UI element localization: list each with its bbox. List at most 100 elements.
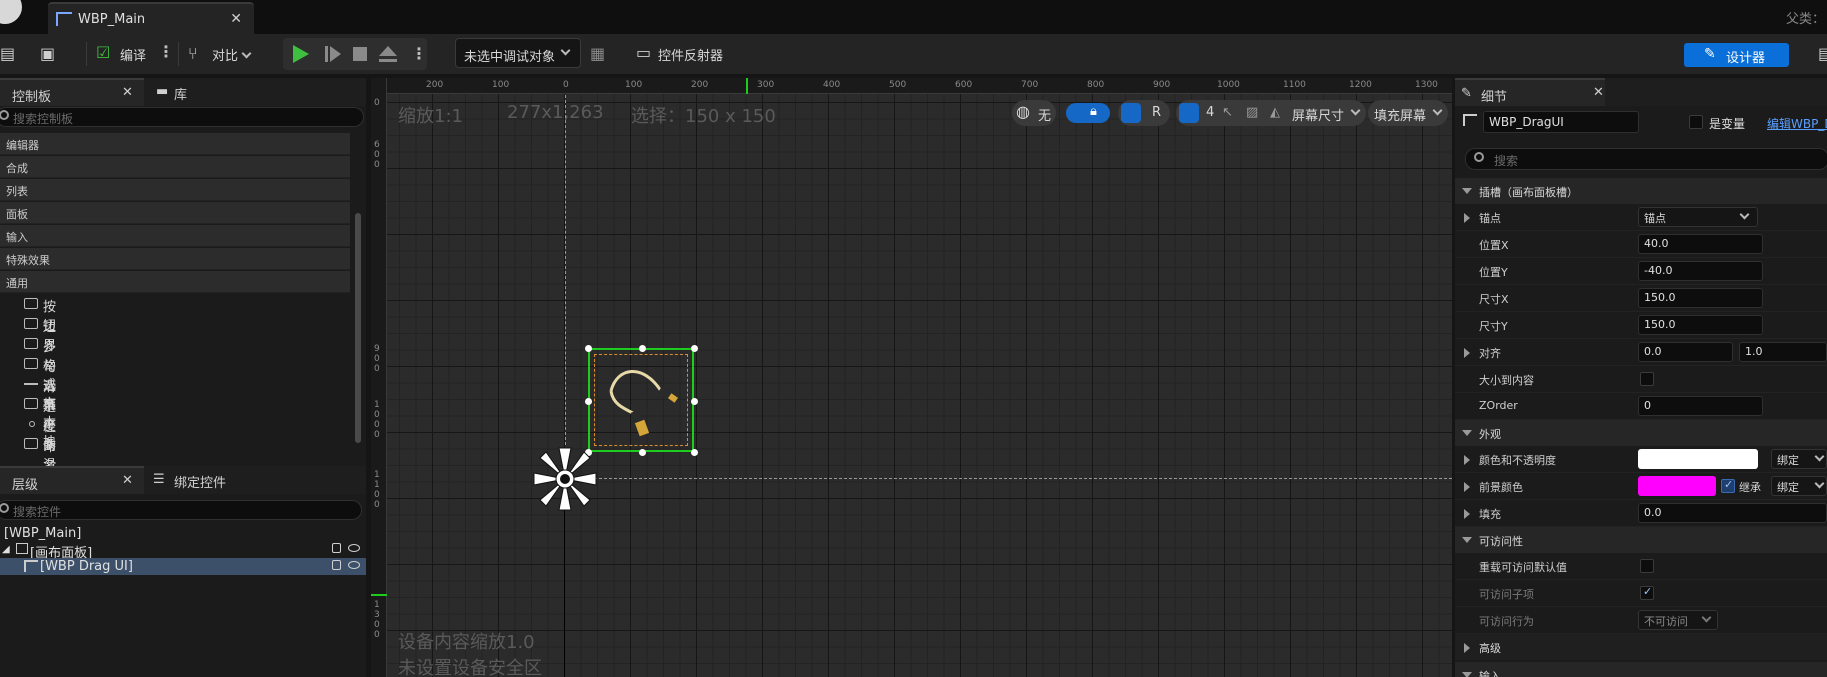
collapse-arrow-icon[interactable]: ◢ xyxy=(2,544,10,555)
inherit-checkbox[interactable] xyxy=(1721,478,1735,493)
resize-handle-bottom[interactable] xyxy=(639,449,646,456)
tab-library[interactable]: ▬ 库 xyxy=(148,78,268,106)
cursor-icon[interactable]: ↖ xyxy=(1222,105,1233,120)
category-list[interactable]: 列表 xyxy=(0,179,350,201)
is-variable-checkbox[interactable] xyxy=(1689,115,1703,129)
caret-right-icon[interactable] xyxy=(1464,348,1470,358)
alignment-y-input[interactable]: 1.0 xyxy=(1739,342,1827,362)
compile-options-icon[interactable]: ⋮ xyxy=(158,42,174,61)
prop-label: 锚点 xyxy=(1479,212,1501,225)
category-panel[interactable]: 面板 xyxy=(0,202,350,224)
step-icon[interactable] xyxy=(325,46,341,62)
fill-screen-dropdown[interactable]: 填充屏幕 xyxy=(1368,100,1448,126)
color-bind-dropdown[interactable]: 绑定 xyxy=(1771,449,1827,469)
tree-item-wbp-drag-ui[interactable]: [WBP Drag UI] xyxy=(0,558,366,575)
size-y-input[interactable]: 150.0 xyxy=(1638,315,1763,335)
designer-button[interactable]: ✎ 设计器 xyxy=(1684,43,1789,67)
resize-handle-right[interactable] xyxy=(691,398,698,405)
resize-handle-top-left[interactable] xyxy=(585,345,592,352)
selected-widget-wbp-drag-ui[interactable] xyxy=(585,345,698,456)
tab-hierarchy[interactable]: 层级 ✕ xyxy=(0,466,144,494)
close-icon[interactable]: ✕ xyxy=(122,85,133,100)
close-icon[interactable]: ✕ xyxy=(122,473,133,488)
override-accessible-checkbox[interactable] xyxy=(1640,559,1654,573)
chevron-down-icon[interactable] xyxy=(241,48,252,59)
play-icon[interactable] xyxy=(293,45,309,63)
tab-palette[interactable]: 控制板 ✕ xyxy=(0,78,144,106)
eye-icon[interactable] xyxy=(348,561,360,569)
resize-handle-bottom-right[interactable] xyxy=(691,449,698,456)
compile-button[interactable]: 编译 xyxy=(120,45,146,64)
prop-label: 填充 xyxy=(1479,508,1501,521)
category-common[interactable]: 通用 xyxy=(0,271,350,293)
edit-blueprint-link[interactable]: 编辑WBP_D xyxy=(1767,115,1827,132)
section-advanced[interactable]: 高级 xyxy=(1455,634,1827,660)
designer-viewport[interactable] xyxy=(371,78,1452,677)
zorder-input[interactable]: 0 xyxy=(1638,396,1763,416)
section-appearance[interactable]: 外观 xyxy=(1455,420,1827,446)
snap-lock-toggle[interactable]: 🔒︎ xyxy=(1066,103,1110,123)
browse-icon[interactable]: ▣ xyxy=(40,44,55,63)
resize-handle-top[interactable] xyxy=(639,345,646,352)
palette-search-input[interactable]: 搜索控制板 xyxy=(0,107,364,127)
widget-name-input[interactable]: WBP_DragUI xyxy=(1483,111,1639,133)
background-toggle[interactable]: ◍ 无 xyxy=(1012,100,1056,126)
position-x-input[interactable]: 40.0 xyxy=(1638,234,1763,254)
size-x-input[interactable]: 150.0 xyxy=(1638,288,1763,308)
tree-item-root[interactable]: [WBP_Main] xyxy=(0,525,366,542)
size-to-content-checkbox[interactable] xyxy=(1640,372,1654,386)
play-options-icon[interactable]: ⋮ xyxy=(411,44,427,63)
close-icon[interactable]: ✕ xyxy=(230,11,242,27)
resize-handle-left[interactable] xyxy=(585,398,592,405)
category-editor[interactable]: 编辑器 xyxy=(0,133,350,155)
caret-right-icon[interactable] xyxy=(1464,213,1470,223)
screen-size-dropdown[interactable]: 屏幕尺寸 xyxy=(1286,100,1366,126)
diff-button[interactable]: 对比 xyxy=(212,45,238,64)
resize-handle-top-right[interactable] xyxy=(691,345,698,352)
widget-reflector-button[interactable]: 控件反射器 xyxy=(658,45,723,64)
diff-icon[interactable]: ⑂ xyxy=(188,44,198,63)
lock-icon[interactable] xyxy=(332,560,341,570)
tab-bind-widgets[interactable]: ☰ 绑定控件 xyxy=(148,466,288,494)
category-special-effects[interactable]: 特殊效果 xyxy=(0,248,350,270)
prop-label: 位置X xyxy=(1479,239,1509,252)
palette-scrollbar[interactable] xyxy=(355,213,361,443)
foreground-color-swatch[interactable] xyxy=(1638,476,1716,496)
category-input[interactable]: 输入 xyxy=(0,225,350,247)
close-icon[interactable]: ✕ xyxy=(1593,85,1604,100)
unreal-logo-icon[interactable] xyxy=(0,0,22,24)
details-search-input[interactable]: 搜索 xyxy=(1465,148,1827,170)
caret-right-icon[interactable] xyxy=(1464,482,1470,492)
tab-details[interactable]: ✎ 细节 ✕ xyxy=(1455,78,1605,106)
section-slot[interactable]: 插槽（画布面板槽） xyxy=(1455,178,1827,204)
save-icon[interactable]: ▤ xyxy=(0,44,15,63)
padding-input[interactable]: 0.0 xyxy=(1638,503,1827,523)
fg-bind-dropdown[interactable]: 绑定 xyxy=(1771,476,1827,496)
section-input[interactable]: 输入 xyxy=(1455,662,1827,677)
eject-icon[interactable] xyxy=(379,46,397,64)
color-opacity-swatch[interactable] xyxy=(1638,449,1758,469)
caret-right-icon[interactable] xyxy=(1464,455,1470,465)
eye-icon[interactable] xyxy=(348,544,360,552)
caret-right-icon[interactable] xyxy=(1464,509,1470,519)
mirror-icon[interactable]: ◭ xyxy=(1270,105,1280,120)
image-icon[interactable]: ▨ xyxy=(1246,105,1258,120)
debug-filter-icon[interactable]: ▦ xyxy=(590,44,605,63)
compile-icon[interactable]: ☑ xyxy=(96,43,110,62)
section-accessibility[interactable]: 可访问性 xyxy=(1455,527,1827,553)
anchors-dropdown[interactable]: 锚点 xyxy=(1638,207,1758,227)
lock-icon[interactable] xyxy=(332,543,341,553)
alignment-x-input[interactable]: 0.0 xyxy=(1638,342,1733,362)
debug-target-select[interactable]: 未选中调试对象 xyxy=(455,38,581,68)
graph-icon[interactable]: ▤ xyxy=(1818,44,1827,63)
hierarchy-search-input[interactable]: 搜索控件 xyxy=(0,500,362,520)
category-composite[interactable]: 合成 xyxy=(0,156,350,178)
document-tab[interactable]: WBP_Main ✕ xyxy=(48,2,254,34)
anchor-medallion-icon[interactable] xyxy=(532,446,598,512)
respect-locks-toggle[interactable]: R xyxy=(1118,100,1170,126)
position-y-input[interactable]: -40.0 xyxy=(1638,261,1763,281)
grid-icon[interactable] xyxy=(1179,103,1199,123)
reflector-icon[interactable]: ▭ xyxy=(636,43,651,62)
stop-icon[interactable] xyxy=(353,47,367,61)
tree-item-canvas-panel[interactable]: ◢ [画布面板] xyxy=(0,541,366,561)
